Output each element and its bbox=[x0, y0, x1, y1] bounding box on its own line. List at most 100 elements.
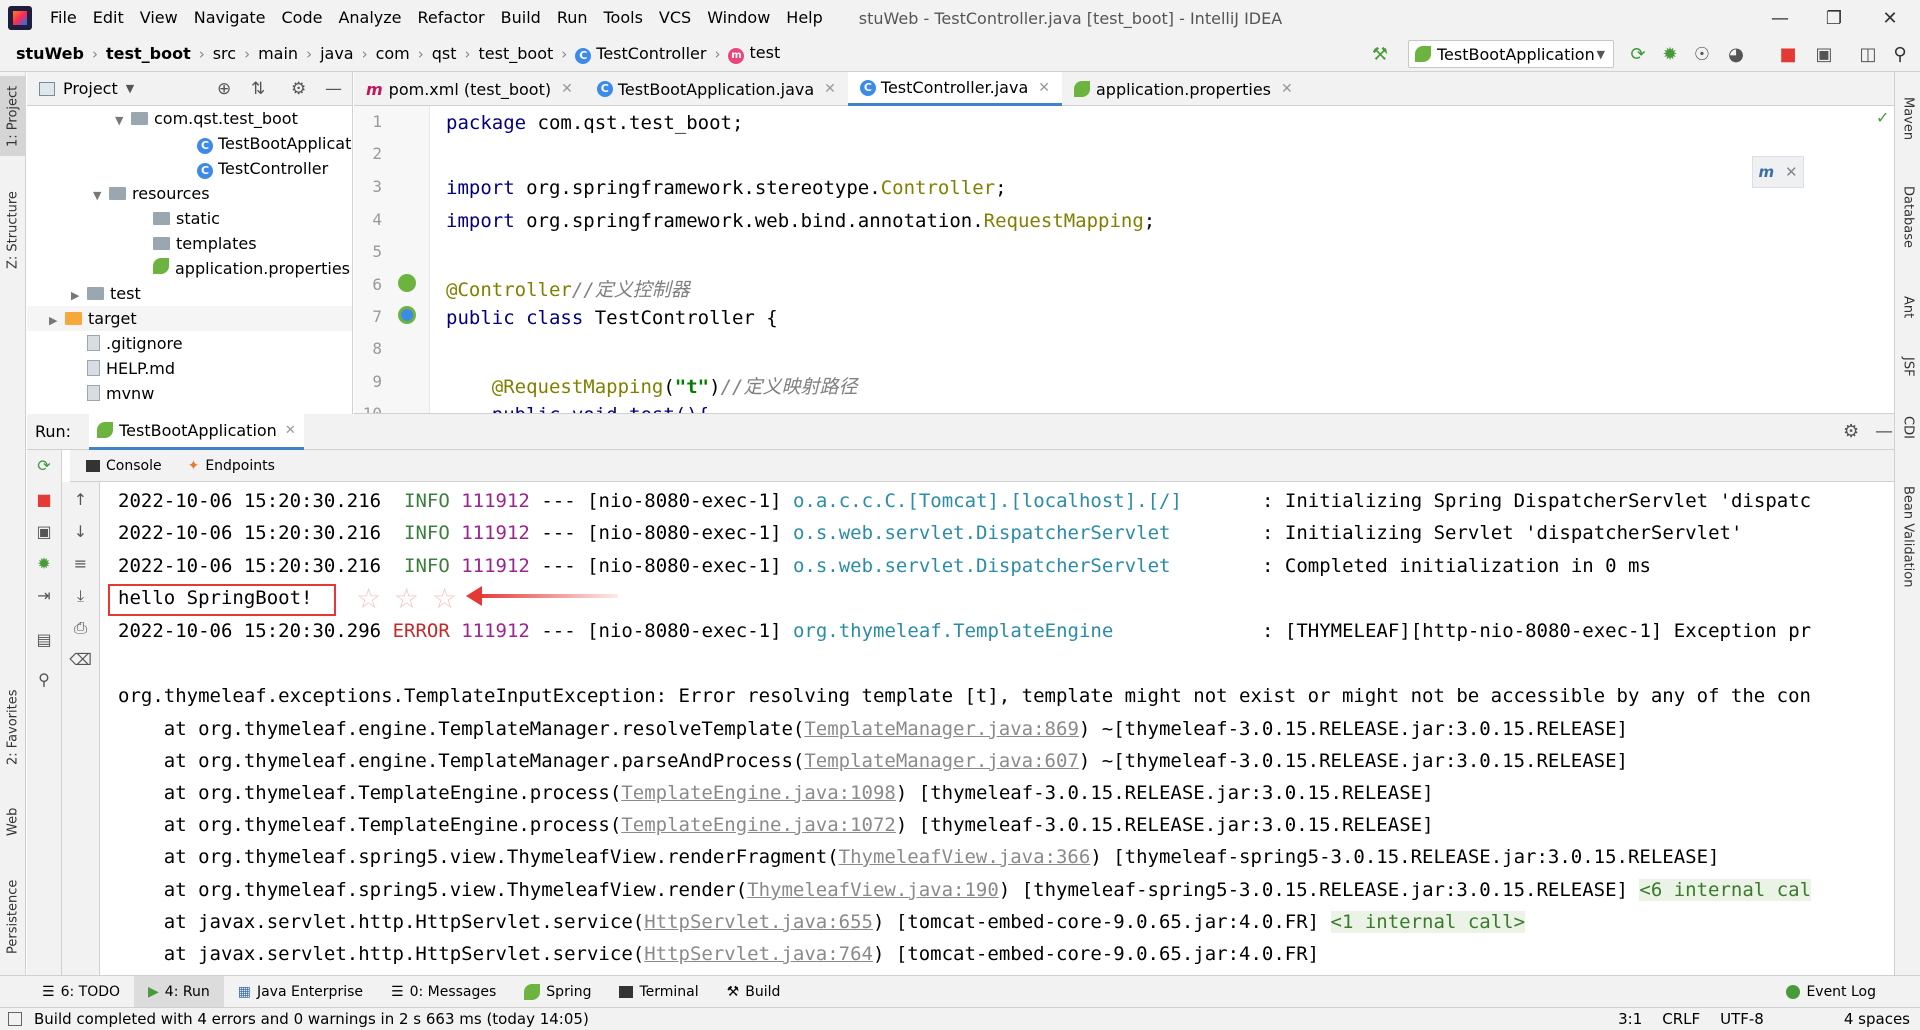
line-separator[interactable]: CRLF bbox=[1652, 1010, 1710, 1028]
tree-item[interactable]: .gitignore bbox=[27, 331, 352, 356]
tree-item[interactable]: ▼ resources bbox=[27, 181, 352, 206]
file-encoding[interactable]: UTF-8 bbox=[1710, 1010, 1774, 1028]
internal-calls-fold[interactable]: <1 internal call> bbox=[1330, 911, 1526, 933]
coverage-icon[interactable]: ☉ bbox=[1690, 42, 1714, 66]
tool-tab-jsf[interactable]: JSF bbox=[1895, 342, 1920, 392]
close-icon[interactable]: ✕ bbox=[1038, 80, 1050, 96]
tree-item[interactable]: ▼ com.qst.test_boot bbox=[27, 106, 352, 131]
indent-setting[interactable]: 4 spaces bbox=[1774, 1010, 1920, 1028]
rerun-icon[interactable]: ⟳ bbox=[27, 456, 61, 475]
status-toggle-icon[interactable] bbox=[8, 1012, 22, 1026]
search-icon[interactable]: ⚲ bbox=[1888, 42, 1912, 66]
tab-test-boot-application[interactable]: C TestBootApplication.java ✕ bbox=[585, 72, 848, 106]
debug-icon[interactable]: ✹ bbox=[27, 554, 61, 573]
tool-tab-maven[interactable]: Maven bbox=[1895, 84, 1920, 154]
source-link[interactable]: ThymeleafView.java:190 bbox=[747, 879, 999, 901]
bottom-tab-build[interactable]: ⚒ Build bbox=[713, 976, 795, 1008]
chevron-right-icon[interactable]: ▶ bbox=[71, 283, 87, 308]
tree-item[interactable]: HELP.md bbox=[27, 356, 352, 381]
tool-tab-persistence[interactable]: Persistence bbox=[0, 862, 26, 972]
source-link[interactable]: HttpServlet.java:655 bbox=[644, 911, 873, 933]
camera-icon[interactable]: ▣ bbox=[27, 522, 61, 541]
hide-icon[interactable]: — bbox=[1875, 421, 1893, 442]
trash-icon[interactable]: ⌫ bbox=[62, 650, 99, 669]
scroll-to-end-icon[interactable]: ⤓ bbox=[62, 586, 99, 606]
crumb-main[interactable]: main bbox=[254, 44, 302, 63]
tab-test-controller[interactable]: C TestController.java ✕ bbox=[847, 72, 1062, 106]
menu-build[interactable]: Build bbox=[493, 0, 549, 36]
bottom-tab-java-enterprise[interactable]: ▦ Java Enterprise bbox=[224, 976, 377, 1008]
layout-icon[interactable]: ▤ bbox=[27, 630, 61, 649]
run-tab[interactable]: TestBootApplication ✕ bbox=[89, 413, 304, 450]
tree-item[interactable]: C TestBootApplicatio bbox=[27, 131, 352, 156]
tool-tab-structure[interactable]: Z: Structure bbox=[0, 180, 26, 280]
bottom-tab-messages[interactable]: ☰ 0: Messages bbox=[377, 976, 510, 1008]
project-structure-icon[interactable]: ▣ bbox=[1812, 42, 1836, 66]
close-icon[interactable]: ✕ bbox=[561, 81, 573, 97]
tree-item[interactable]: static bbox=[27, 206, 352, 231]
subtab-endpoints[interactable]: ✦ Endpoints bbox=[182, 458, 281, 474]
tool-tab-database[interactable]: Database bbox=[1895, 172, 1920, 262]
build-hammer-icon[interactable]: ⚒ bbox=[1368, 42, 1392, 66]
console-output[interactable]: 2022-10-06 15:20:30.216 INFO 111912 --- … bbox=[100, 482, 1894, 975]
exit-icon[interactable]: ⇥ bbox=[27, 586, 61, 605]
crumb-com[interactable]: com bbox=[372, 44, 414, 63]
arrow-up-icon[interactable]: ↑ bbox=[62, 490, 99, 509]
menu-code[interactable]: Code bbox=[274, 0, 331, 36]
crumb-module[interactable]: test_boot bbox=[102, 44, 195, 63]
close-icon[interactable]: ✕ bbox=[1281, 81, 1293, 97]
source-link[interactable]: TemplateManager.java:869 bbox=[804, 718, 1079, 740]
spring-bean-gutter-icon[interactable] bbox=[398, 274, 416, 292]
close-icon[interactable]: ✕ bbox=[285, 423, 296, 438]
tree-item[interactable]: ▶ target bbox=[27, 306, 352, 331]
event-log-button[interactable]: Event Log bbox=[1772, 976, 1890, 1008]
minimize-icon[interactable]: — bbox=[1752, 0, 1808, 36]
menu-file[interactable]: File bbox=[42, 0, 85, 36]
debug-icon[interactable]: ✹ bbox=[1658, 42, 1682, 66]
tree-item[interactable]: templates bbox=[27, 231, 352, 256]
menu-view[interactable]: View bbox=[132, 0, 186, 36]
bottom-tab-run[interactable]: ▶ 4: Run bbox=[134, 975, 224, 1008]
close-icon[interactable]: ✕ bbox=[1785, 163, 1798, 181]
stop-icon[interactable]: ■ bbox=[1776, 42, 1800, 66]
locate-icon[interactable]: ⊕ bbox=[217, 79, 231, 99]
close-icon[interactable]: ✕ bbox=[824, 81, 836, 97]
hide-icon[interactable]: — bbox=[325, 79, 342, 99]
chevron-down-icon[interactable]: ▼ bbox=[115, 108, 131, 133]
stop-icon[interactable]: ■ bbox=[27, 490, 61, 509]
source-link[interactable]: TemplateEngine.java:1098 bbox=[621, 782, 896, 804]
profile-icon[interactable]: ◕ bbox=[1724, 42, 1748, 66]
gear-icon[interactable]: ⚙ bbox=[1843, 421, 1859, 442]
source-link[interactable]: ThymeleafView.java:366 bbox=[839, 846, 1091, 868]
menu-edit[interactable]: Edit bbox=[85, 0, 132, 36]
chevron-down-icon[interactable]: ▼ bbox=[126, 82, 134, 95]
menu-help[interactable]: Help bbox=[778, 0, 830, 36]
subtab-console[interactable]: Console bbox=[80, 458, 168, 474]
collapse-all-icon[interactable]: ⇅ bbox=[251, 79, 265, 99]
menu-navigate[interactable]: Navigate bbox=[186, 0, 274, 36]
tool-tab-web[interactable]: Web bbox=[0, 792, 26, 852]
crumb-qst[interactable]: qst bbox=[428, 44, 461, 63]
menu-refactor[interactable]: Refactor bbox=[410, 0, 493, 36]
maximize-icon[interactable]: ❐ bbox=[1806, 0, 1862, 36]
tree-item[interactable]: mvnw bbox=[27, 381, 352, 406]
maven-reload-icon[interactable]: m bbox=[1758, 163, 1774, 181]
tab-application-properties[interactable]: application.properties ✕ bbox=[1062, 72, 1305, 106]
menu-window[interactable]: Window bbox=[699, 0, 778, 36]
tree-item[interactable]: C TestController bbox=[27, 156, 352, 181]
pin-icon[interactable]: ⚲ bbox=[27, 670, 61, 689]
spring-class-gutter-icon[interactable] bbox=[398, 306, 416, 324]
code-editor[interactable]: 1 2 3 4 5 6 7 8 9 10 package com.qst.tes… bbox=[354, 106, 1894, 414]
tool-tab-project[interactable]: 1: Project bbox=[0, 76, 26, 156]
tree-item[interactable]: application.properties bbox=[27, 256, 352, 281]
crumb-test-boot[interactable]: test_boot bbox=[475, 44, 558, 63]
project-panel-title[interactable]: Project bbox=[63, 79, 118, 98]
source-link[interactable]: TemplateManager.java:607 bbox=[804, 750, 1079, 772]
gear-icon[interactable]: ⚙ bbox=[291, 79, 306, 99]
tab-pom-xml[interactable]: m pom.xml (test_boot) ✕ bbox=[354, 72, 585, 106]
crumb-class[interactable]: C TestController bbox=[571, 44, 710, 64]
crumb-method[interactable]: m test bbox=[724, 43, 784, 64]
tree-item[interactable]: ▶ test bbox=[27, 281, 352, 306]
crumb-project[interactable]: stuWeb bbox=[12, 44, 88, 63]
close-icon[interactable]: ✕ bbox=[1862, 0, 1918, 36]
